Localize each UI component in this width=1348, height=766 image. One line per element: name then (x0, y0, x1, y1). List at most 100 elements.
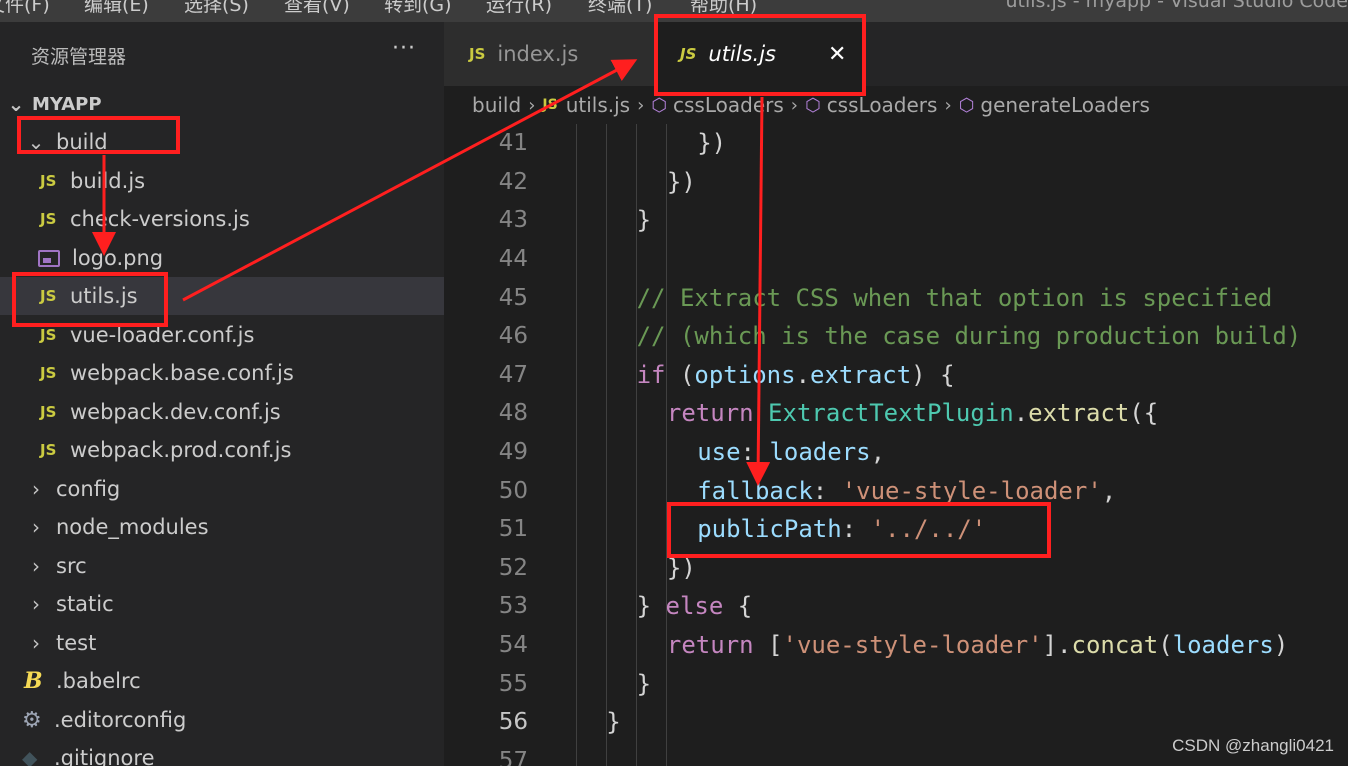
code-line[interactable]: 53} else { (444, 587, 1348, 626)
js-file-icon: JS (40, 210, 57, 228)
menu-edit[interactable]: 编辑(E) (84, 0, 149, 17)
tree-item-label: .babelrc (56, 669, 141, 693)
breadcrumb-item-cssloaders[interactable]: cssLoaders (673, 93, 784, 117)
breadcrumb-item-generateloaders[interactable]: generateLoaders (980, 93, 1150, 117)
tree-item-src[interactable]: › src (0, 547, 444, 585)
line-number: 42 (498, 168, 528, 195)
line-number: 50 (498, 477, 528, 504)
chevron-down-icon: ⌄ (7, 92, 25, 116)
tree-item-babelrc[interactable]: B .babelrc (0, 662, 444, 700)
code-text: return ['vue-style-loader'].concat(loade… (666, 631, 1289, 660)
code-line[interactable]: 48 return ExtractTextPlugin.extract({ (444, 394, 1348, 433)
code-editor[interactable]: 41}) 42}) 43} 44 45// Extract CSS when that … (444, 124, 1348, 766)
chevron-right-icon: › (528, 94, 536, 116)
tree-item-gitignore[interactable]: ◆ .gitignore (0, 739, 444, 766)
chevron-right-icon: › (32, 477, 40, 501)
tab-label: index.js (497, 42, 579, 66)
code-line[interactable]: 44 (444, 240, 1348, 279)
tree-item-static[interactable]: › static (0, 585, 444, 623)
tree-item-label: logo.png (72, 246, 164, 270)
js-file-icon: JS (40, 441, 57, 459)
code-line[interactable]: 41}) (444, 124, 1348, 163)
tree-item-label: node_modules (56, 515, 209, 539)
code-line[interactable]: 46 // (which is the case during productio… (444, 317, 1348, 356)
tree-item-label: build.js (70, 169, 146, 193)
tree-item-node-modules[interactable]: › node_modules (0, 508, 444, 546)
js-file-icon: JS (469, 45, 486, 63)
chevron-right-icon: › (32, 631, 40, 655)
code-line[interactable]: 43} (444, 201, 1348, 240)
js-file-icon: JS (40, 364, 57, 382)
symbol-method-icon: ⬡ (958, 94, 975, 116)
tree-item-test[interactable]: › test (0, 624, 444, 662)
explorer-title: 资源管理器 (31, 46, 127, 68)
code-text: return ExtractTextPlugin.extract({ (666, 399, 1159, 428)
code-line[interactable]: 45 // Extract CSS when that option is spe… (444, 278, 1348, 317)
tree-item-build-js[interactable]: JS build.js (0, 162, 444, 200)
menu-selection[interactable]: 选择(S) (184, 0, 249, 17)
line-number: 51 (498, 516, 528, 543)
tree-item-label: test (56, 631, 97, 655)
tree-item-webpack-prod-conf-js[interactable]: JS webpack.prod.conf.js (0, 431, 444, 469)
line-number: 45 (498, 284, 528, 311)
line-number: 46 (498, 323, 528, 350)
tree-item-label: check-versions.js (70, 207, 250, 231)
code-text: } (636, 206, 652, 235)
tree-item-editorconfig[interactable]: ⚙ .editorconfig (0, 701, 444, 739)
root-label: MYAPP (32, 93, 102, 115)
code-line[interactable]: 47 if (options.extract) { (444, 356, 1348, 395)
line-number: 47 (498, 361, 528, 388)
breadcrumb-item-cssloaders-2[interactable]: cssLoaders (827, 93, 938, 117)
code-text: }) (697, 129, 727, 158)
code-text: // Extract CSS when that option is speci… (636, 283, 1273, 312)
code-line[interactable]: 54 return ['vue-style-loader'].concat(loa… (444, 626, 1348, 665)
line-number: 57 (498, 747, 528, 766)
line-number: 48 (498, 400, 528, 427)
code-text: if (options.extract) { (636, 360, 955, 389)
tree-item-label: static (56, 592, 114, 616)
code-line[interactable]: 49 use: loaders, (444, 433, 1348, 472)
tab-index-js[interactable]: JS index.js (444, 22, 654, 86)
breadcrumb-item-utils-js[interactable]: utils.js (566, 93, 630, 117)
breadcrumb-item-build[interactable]: build (472, 93, 521, 117)
line-number: 54 (498, 632, 528, 659)
gear-icon: ⚙ (22, 707, 42, 733)
git-icon: ◆ (22, 746, 38, 766)
menu-view[interactable]: 查看(V) (284, 0, 350, 17)
tree-item-webpack-dev-conf-js[interactable]: JS webpack.dev.conf.js (0, 393, 444, 431)
chevron-right-icon: › (944, 94, 952, 116)
line-number: 49 (498, 439, 528, 466)
image-file-icon (38, 249, 60, 267)
code-line[interactable]: 55} (444, 664, 1348, 703)
line-number: 41 (498, 130, 528, 157)
code-text: } (606, 708, 621, 737)
line-number: 56 (498, 709, 528, 736)
menu-file[interactable]: 文件(F) (0, 0, 50, 17)
chevron-right-icon: › (32, 515, 40, 539)
line-number: 43 (498, 207, 528, 234)
code-line[interactable]: 42}) (444, 163, 1348, 202)
breadcrumb: build › JS utils.js › ⬡ cssLoaders › ⬡ c… (444, 86, 1348, 124)
js-file-icon: JS (40, 326, 57, 344)
tree-item-label: webpack.prod.conf.js (70, 438, 292, 462)
menu-go[interactable]: 转到(G) (384, 0, 452, 17)
tree-item-label: config (56, 477, 121, 501)
code-text: use: loaders, (697, 438, 886, 467)
tree-item-label: src (56, 554, 87, 578)
chevron-right-icon: › (790, 94, 798, 116)
symbol-method-icon: ⬡ (804, 94, 821, 116)
menu-run[interactable]: 运行(R) (486, 0, 552, 17)
line-number: 52 (498, 554, 528, 581)
tree-item-webpack-base-conf-js[interactable]: JS webpack.base.conf.js (0, 354, 444, 392)
tree-item-check-versions-js[interactable]: JS check-versions.js (0, 200, 444, 238)
more-actions-icon[interactable]: ··· (392, 36, 416, 61)
menu-terminal[interactable]: 终端(T) (588, 0, 652, 17)
annotation-box-utils-file (12, 272, 168, 327)
code-text: }) (666, 553, 696, 582)
code-text: } (636, 669, 652, 698)
line-number: 55 (498, 670, 528, 697)
js-file-icon: JS (542, 97, 558, 113)
tree-item-config[interactable]: › config (0, 470, 444, 508)
chevron-right-icon: › (32, 592, 40, 616)
code-text: }) (666, 167, 696, 196)
